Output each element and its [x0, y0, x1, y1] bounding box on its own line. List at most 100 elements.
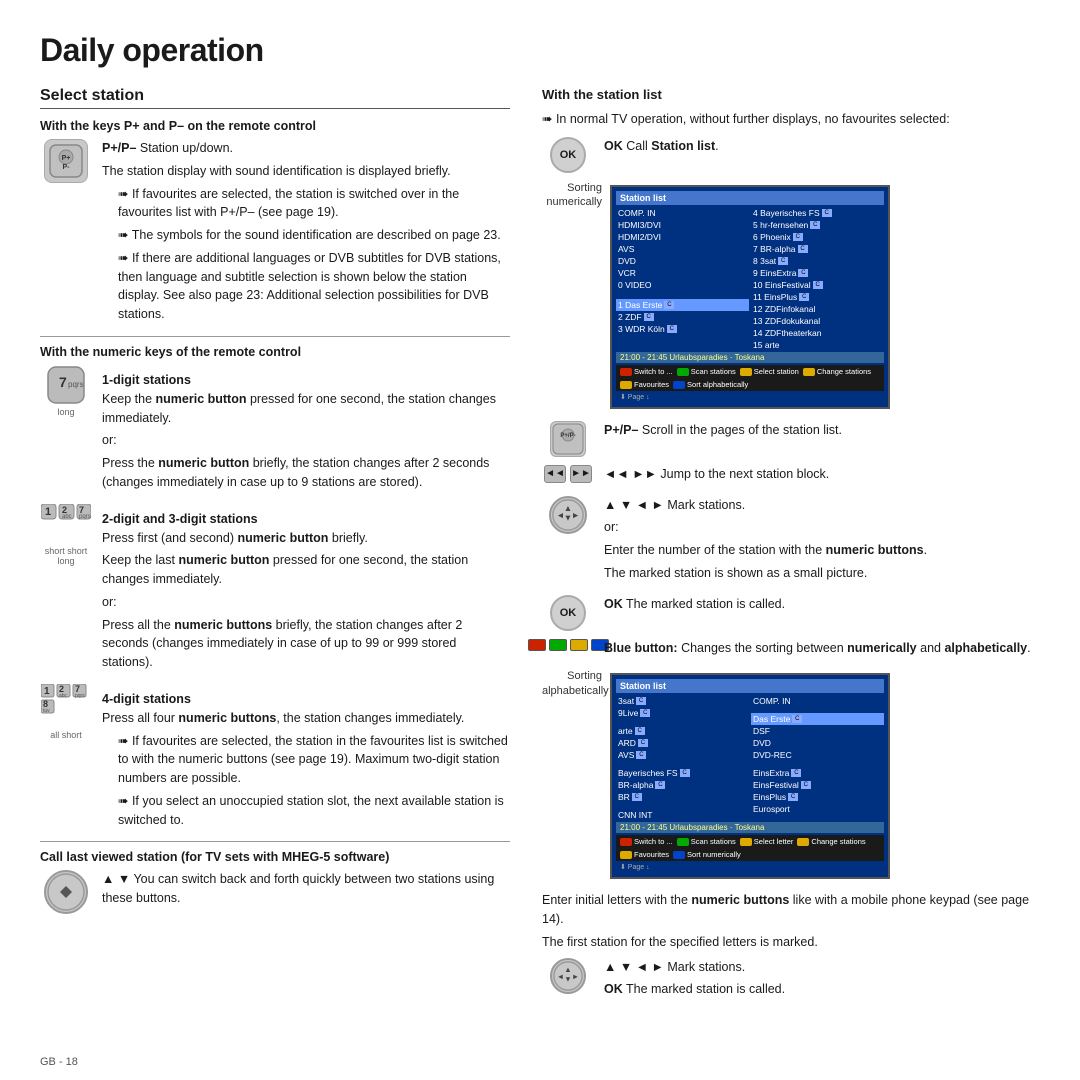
svg-text:pqrs: pqrs [79, 514, 91, 520]
blue-btn-icon-box [542, 639, 594, 651]
mark-text: ▲ ▼ ◄ ► Mark stations. or: Enter the num… [604, 496, 927, 587]
tv-screen-1: Station list COMP. IN HDMI3/DVI HDMI2/DV… [610, 185, 890, 409]
tv-row: 11 EinsPlusC [751, 291, 884, 303]
pp-row: P+/P- P+/P– Scroll in the pages of the s… [542, 421, 1040, 457]
tv-row [616, 291, 749, 299]
page: Daily operation Select station With the … [0, 0, 1080, 1080]
call-last-title: Call last viewed station (for TV sets wi… [40, 850, 510, 864]
numeric-section-title: With the numeric keys of the remote cont… [40, 345, 510, 359]
ok-marked-icon-box: OK [542, 595, 594, 631]
digit4-icon: 1 2 abc 7 pqrs 8 tuv [41, 684, 91, 728]
tv-row: Bayerisches FSC [616, 767, 749, 779]
tv-row: 3 WDR KölnC [616, 323, 749, 335]
remote-icon-box: P+ P- [40, 139, 92, 183]
tv-row: 4 Bayerisches FSC [751, 207, 884, 219]
tv-row: EinsFestivalC [751, 779, 884, 791]
digit4-text: 4-digit stations Press all four numeric … [102, 684, 510, 834]
tv-row: CNN INT [616, 809, 749, 821]
digit23-icon: 1 2 abc 7 pqrs [41, 504, 91, 544]
tv-row: 9 EinsExtraC [751, 267, 884, 279]
tv-body-1: COMP. IN HDMI3/DVI HDMI2/DVI AVS DVD VCR… [616, 207, 884, 351]
digit1-icon: 7 pqrs [46, 365, 86, 405]
tv-page-indicator-1: ⬇ Page ↓ [616, 391, 884, 403]
tv-header-2: Station list [616, 679, 884, 693]
page-title: Daily operation [40, 32, 1040, 69]
tv-row: HDMI2/DVI [616, 231, 749, 243]
svg-text:P+: P+ [62, 155, 71, 162]
digit1-text: 1-digit stations Keep the numeric button… [102, 365, 510, 496]
tv-row: BRC [616, 791, 749, 803]
jump-text: ◄◄ ►► Jump to the next station block. [604, 465, 829, 484]
svg-text:►: ► [571, 509, 579, 519]
tv-row: 15 arte [751, 339, 884, 351]
tv-row: 0 VIDEO [616, 279, 749, 291]
svg-text:abc: abc [62, 514, 72, 520]
tv-status-1: 21:00 - 21:45 Urlaubsparadies · Toskana [616, 352, 884, 363]
tv-row: 12 ZDFinfokanal [751, 303, 884, 315]
tv-row: 14 ZDFtheaterkan [751, 327, 884, 339]
tv-left-col-1: COMP. IN HDMI3/DVI HDMI2/DVI AVS DVD VCR… [616, 207, 749, 351]
svg-text:P+/P-: P+/P- [560, 433, 575, 439]
mark-row-2: ▲ ▼ ◄ ► ▲ ▼ ◄ ► Mark stations. OK The ma… [542, 958, 1040, 1004]
svg-text:▼: ▼ [564, 974, 571, 983]
digit1-label: long [57, 407, 74, 417]
tv-row: 3satC [616, 695, 749, 707]
tv-row: VCR [616, 267, 749, 279]
svg-text:1: 1 [45, 506, 51, 518]
mark-text-2: ▲ ▼ ◄ ► Mark stations. OK The marked sta… [604, 958, 785, 1004]
page-number: GB - 18 [40, 1056, 78, 1068]
keys-section-title: With the keys P+ and P– on the remote co… [40, 119, 510, 133]
svg-text:abc: abc [59, 693, 68, 699]
enter-letters-text: Enter initial letters with the numeric b… [542, 891, 1040, 929]
tv-row: AVSC [616, 749, 749, 761]
screen-row-2: Sortingalphabetically Station list 3satC… [542, 669, 1040, 883]
pp-text: P+/P– Scroll in the pages of the station… [604, 421, 842, 440]
p-plus-minus-row: P+ P- P+/P– Station up/down. The station… [40, 139, 510, 328]
tv-right-col-2: COMP. IN Das ErsteC DSF DVD DVD-REC Eins… [751, 695, 884, 821]
ok-marked-icon: OK [550, 595, 586, 631]
yellow-btn-icon [570, 639, 588, 651]
ok-text: OK Call Station list. [604, 137, 719, 160]
p-plus-minus-label: P+/P– [102, 141, 136, 155]
digit4-icon-box: 1 2 abc 7 pqrs 8 tuv all short [40, 684, 92, 740]
blue-btn-row: Blue button: Changes the sorting between… [542, 639, 1040, 662]
section-heading: Select station [40, 87, 510, 109]
tv-row: 5 hr-fernsehenC [751, 219, 884, 231]
svg-text:pqrs: pqrs [75, 693, 85, 699]
tv-footer-1: Switch to ... Scan stations Select stati… [616, 365, 884, 391]
tv-row: COMP. IN [751, 695, 884, 707]
mark-row: ▲ ▼ ◄ ► ▲ ▼ ◄ ► Mark stations. or: Enter… [542, 496, 1040, 587]
tv-row: 2 ZDFC [616, 311, 749, 323]
jump-row: ◄◄ ►► ◄◄ ►► Jump to the next station blo… [542, 465, 1040, 488]
red-btn-icon [528, 639, 546, 651]
ok-marked-text: OK The marked station is called. [604, 595, 785, 614]
svg-text:7: 7 [59, 374, 67, 390]
svg-text:tuv: tuv [43, 708, 50, 714]
tv-row: AVS [616, 243, 749, 255]
ok-row: OK OK Call Station list. [542, 137, 1040, 173]
mark-icon-2: ▲ ▼ ◄ ► [550, 958, 586, 994]
blue-btn-text: Blue button: Changes the sorting between… [604, 639, 1031, 658]
svg-text:►: ► [572, 971, 579, 980]
pp-icon: P+/P- [550, 421, 586, 457]
tv-row: DVD [616, 255, 749, 267]
tv-body-2: 3satC 9LiveC arteC ARDC AVSC Bayerisches… [616, 695, 884, 821]
first-station-text: The first station for the specified lett… [542, 933, 1040, 952]
jump-icons: ◄◄ ►► [544, 465, 592, 483]
tv-row: BR-alphaC [616, 779, 749, 791]
green-btn-icon [549, 639, 567, 651]
ok-marked-row: OK OK The marked station is called. [542, 595, 1040, 631]
svg-text:◄: ◄ [557, 971, 564, 980]
digit4-label: all short [50, 730, 82, 740]
svg-text:pqrs: pqrs [68, 380, 84, 389]
jump-icon-box: ◄◄ ►► [542, 465, 594, 483]
tv-row: arteC [616, 725, 749, 737]
divider2 [40, 841, 510, 842]
tv-row: 1 Das ErsteC [616, 299, 749, 311]
tv-row: DVD [751, 737, 884, 749]
sorting-alphabetically-label: Sortingalphabetically [542, 669, 602, 698]
digit1-row: 7 pqrs long 1-digit stations Keep the nu… [40, 365, 510, 496]
tv-row: 10 EinsFestivalC [751, 279, 884, 291]
svg-text:P-: P- [63, 164, 71, 171]
ok-icon: OK [550, 137, 586, 173]
